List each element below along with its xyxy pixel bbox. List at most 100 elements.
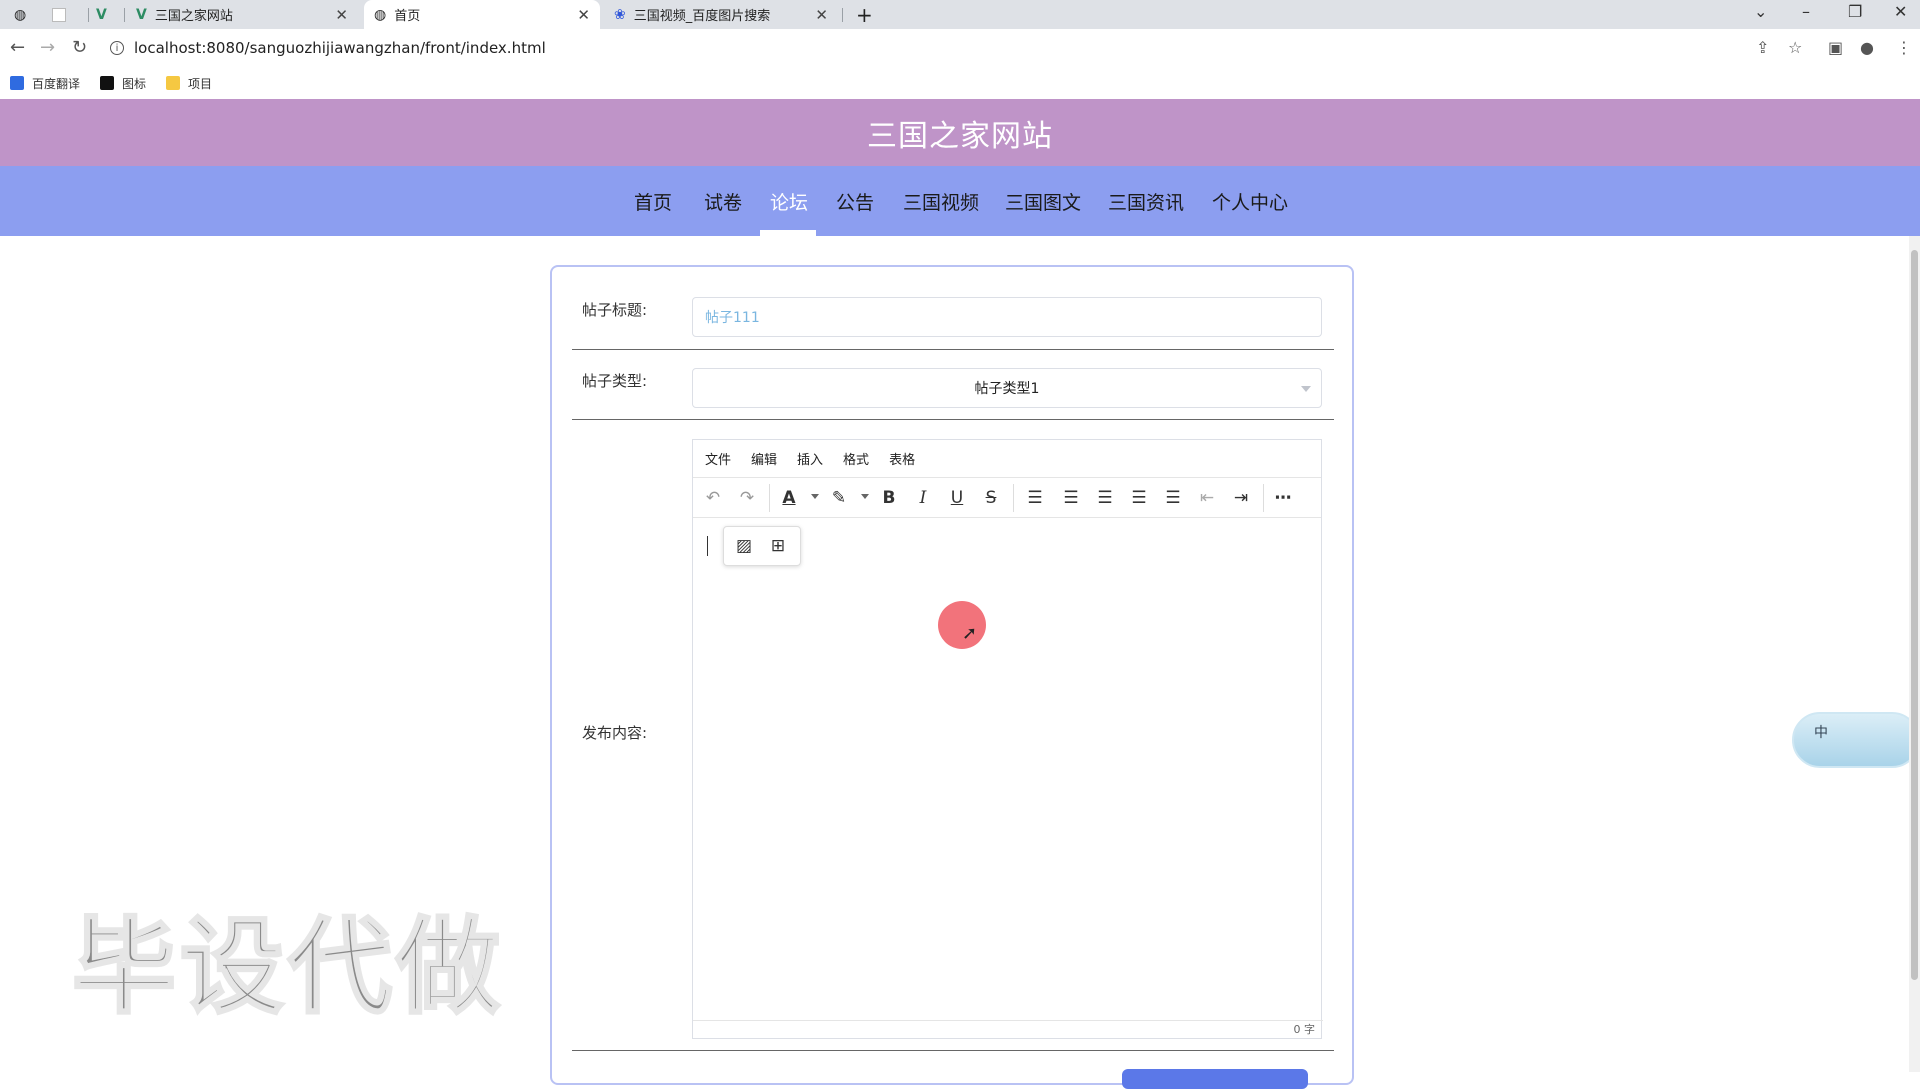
chevron-down-icon[interactable] [811, 494, 819, 499]
nav-home[interactable]: 首页 [634, 166, 672, 236]
form-divider [572, 419, 1334, 420]
profile-icon[interactable]: ● [1860, 38, 1874, 57]
text-cursor [707, 536, 708, 556]
word-count: 0 字 [1293, 1023, 1316, 1036]
tab-separator [88, 8, 89, 22]
translate-icon [10, 76, 24, 90]
outdent-icon[interactable]: ⇤ [1195, 486, 1219, 510]
nav-news[interactable]: 三国资讯 [1108, 166, 1184, 236]
close-tab-icon[interactable]: ✕ [335, 6, 348, 24]
chevron-down-icon [1301, 386, 1311, 392]
tab-label: 三国视频_百度图片搜索 [633, 9, 771, 24]
nav-forum[interactable]: 论坛 [770, 166, 808, 236]
globe-icon: ◍ [14, 6, 27, 23]
new-tab-button[interactable]: + [856, 0, 873, 29]
bookmark-label: 图标 [122, 76, 147, 91]
vue-logo-icon: V [96, 6, 107, 23]
pinned-tab-globe[interactable]: ◍ [14, 0, 38, 29]
bookmark-project[interactable]: 项目 [166, 75, 212, 92]
post-title-input[interactable]: 帖子111 [692, 297, 1322, 337]
info-icon[interactable]: i [110, 41, 124, 55]
tab-search-icon[interactable]: ⌄ [1754, 2, 1767, 21]
baidu-paw-icon: ❀ [614, 6, 626, 23]
editor-statusbar: 0 字 [693, 1020, 1323, 1038]
globe-icon: ◍ [374, 6, 387, 23]
side-panel-icon[interactable]: ▣ [1828, 38, 1843, 57]
close-window-icon[interactable]: ✕ [1894, 2, 1907, 21]
chevron-down-icon[interactable] [861, 494, 869, 499]
scrollbar-thumb[interactable] [1911, 250, 1918, 980]
insert-table-icon[interactable]: ⊞ [766, 534, 790, 558]
underline-icon[interactable]: U [945, 486, 969, 510]
post-title-value: 帖子111 [705, 310, 760, 326]
post-type-select[interactable]: 帖子类型1 [692, 368, 1322, 408]
highlight-color-icon[interactable]: ✎ [827, 486, 851, 510]
ime-widget[interactable]: 中 [1792, 712, 1920, 768]
pinned-tab-blank[interactable] [52, 0, 76, 29]
minimize-icon[interactable]: – [1802, 2, 1810, 21]
nav-videos[interactable]: 三国视频 [903, 166, 979, 236]
pinned-tab-vue[interactable]: V [96, 0, 120, 29]
tab-separator [842, 8, 843, 22]
tab-label: 首页 [394, 9, 421, 24]
title-label: 帖子标题: [582, 301, 648, 319]
form-divider [572, 1050, 1334, 1051]
align-right-icon[interactable]: ☰ [1127, 486, 1151, 510]
tab-home[interactable]: ◍ 首页 ✕ [364, 0, 600, 29]
bookmark-label: 项目 [188, 76, 213, 91]
insert-image-icon[interactable]: ▨ [732, 534, 756, 558]
menu-format[interactable]: 格式 [843, 449, 869, 468]
strikethrough-icon[interactable]: S [979, 486, 1003, 510]
submit-button[interactable] [1122, 1069, 1308, 1089]
close-tab-icon[interactable]: ✕ [815, 6, 828, 24]
tab-label: 三国之家网站 [154, 9, 233, 24]
back-icon[interactable]: ← [10, 37, 25, 58]
align-left-icon[interactable]: ☰ [1059, 486, 1083, 510]
tab-baidu-images[interactable]: ❀ 三国视频_百度图片搜索 ✕ [606, 0, 838, 29]
active-nav-indicator [760, 230, 816, 236]
url-field[interactable]: i localhost:8080/sanguozhijiawangzhan/fr… [110, 35, 1750, 61]
italic-icon[interactable]: I [911, 486, 935, 510]
post-type-value: 帖子类型1 [974, 381, 1040, 397]
forward-icon[interactable]: → [40, 37, 55, 58]
line-height-icon[interactable]: ☰ [1023, 486, 1047, 510]
share-icon[interactable]: ⇪ [1756, 38, 1769, 57]
image-icon [100, 76, 115, 90]
menu-table[interactable]: 表格 [889, 449, 915, 468]
nav-articles[interactable]: 三国图文 [1005, 166, 1081, 236]
bookmark-baidu-translate[interactable]: 百度翻译 [10, 75, 80, 92]
bookmark-star-icon[interactable]: ☆ [1788, 38, 1802, 57]
align-justify-icon[interactable]: ☰ [1161, 486, 1185, 510]
align-center-icon[interactable]: ☰ [1093, 486, 1117, 510]
quick-insert-toolbar: ▨ ⊞ [723, 526, 801, 566]
nav-exam[interactable]: 试卷 [704, 166, 742, 236]
menu-insert[interactable]: 插入 [797, 449, 823, 468]
post-form-card: 帖子标题: 帖子111 帖子类型: 帖子类型1 发布内容: 文件 编辑 插入 格… [550, 265, 1354, 1089]
menu-edit[interactable]: 编辑 [751, 449, 777, 468]
bold-icon[interactable]: B [877, 486, 901, 510]
tab-sanguo-site[interactable]: V 三国之家网站 ✕ [132, 0, 358, 29]
reload-icon[interactable]: ↻ [72, 37, 87, 58]
nav-profile[interactable]: 个人中心 [1212, 166, 1288, 236]
folder-icon [166, 76, 181, 90]
close-tab-icon[interactable]: ✕ [577, 6, 590, 24]
more-icon[interactable]: ⋯ [1271, 486, 1295, 510]
page-scrollbar[interactable] [1909, 236, 1920, 1072]
nav-notice[interactable]: 公告 [836, 166, 874, 236]
undo-icon[interactable]: ↶ [701, 486, 725, 510]
toolbar-separator [769, 484, 770, 512]
restore-icon[interactable]: ❐ [1848, 2, 1862, 21]
watermark: 毕设代做 [70, 905, 505, 1030]
text-color-icon[interactable]: A [777, 486, 801, 510]
blank-page-icon [52, 7, 66, 22]
redo-icon[interactable]: ↷ [735, 486, 759, 510]
editor-menubar: 文件 编辑 插入 格式 表格 [693, 440, 1321, 478]
editor-toolbar: ↶ ↷ A ✎ B I U S ☰ ☰ ☰ ☰ ☰ ⇤ ⇥ ⋯ [693, 478, 1321, 518]
main-navigation: 首页 试卷 论坛 公告 三国视频 三国图文 三国资讯 个人中心 [0, 166, 1920, 236]
menu-file[interactable]: 文件 [705, 449, 731, 468]
url-text: localhost:8080/sanguozhijiawangzhan/fron… [134, 39, 546, 57]
site-header: 三国之家网站 [0, 99, 1920, 166]
indent-icon[interactable]: ⇥ [1229, 486, 1253, 510]
bookmark-icons[interactable]: 图标 [100, 75, 146, 92]
menu-icon[interactable]: ⋮ [1896, 38, 1912, 57]
